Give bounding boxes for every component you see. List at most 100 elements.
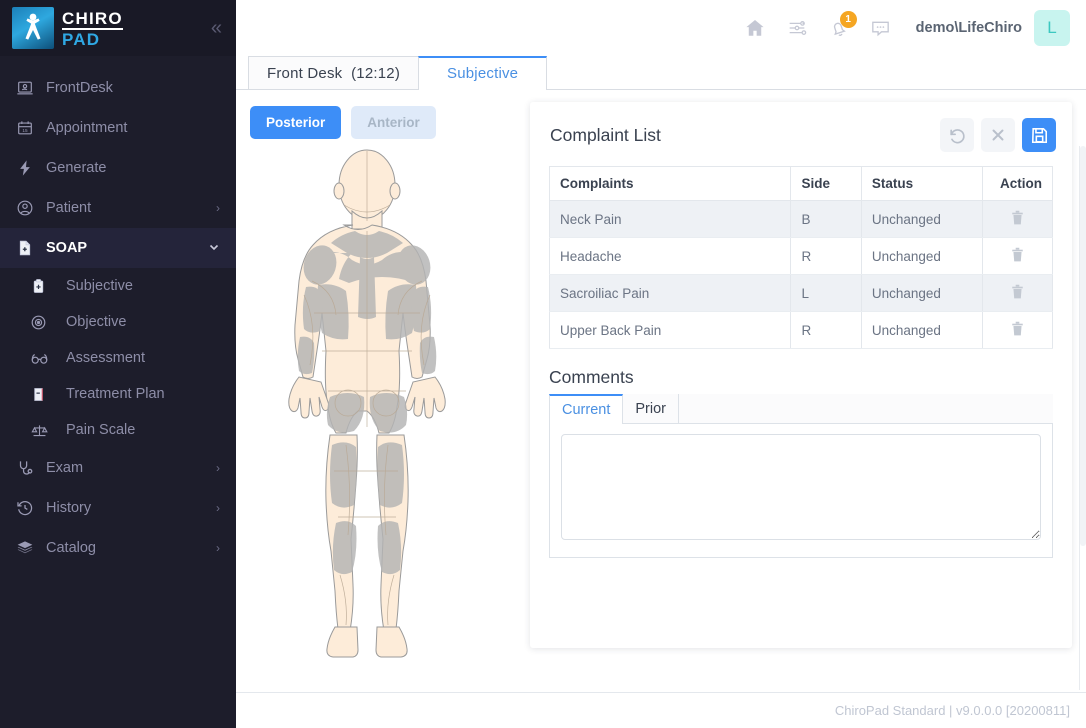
clipboard-plus-icon [30, 278, 66, 295]
tab-front-desk[interactable]: Front Desk (12:12) [248, 56, 419, 89]
cell-complaint: Upper Back Pain [550, 312, 791, 349]
user-circle-icon [16, 199, 46, 217]
table-header-row: Complaints Side Status Action [550, 167, 1053, 201]
sidebar-item-label: Patient [46, 200, 216, 216]
sidebar-item-label: SOAP [46, 240, 208, 256]
close-button[interactable] [981, 118, 1015, 152]
tab-prior[interactable]: Prior [623, 394, 679, 423]
notification-badge: 1 [840, 11, 857, 28]
cell-action [982, 275, 1052, 312]
app-root: CHIRO PAD « FrontDesk [0, 0, 1086, 728]
scrollbar-thumb[interactable] [1080, 146, 1086, 546]
avatar[interactable]: L [1034, 10, 1070, 46]
sidebar-item-subjective[interactable]: Subjective [0, 268, 236, 304]
comments-tab-strip: Current Prior [549, 394, 1053, 424]
chevron-right-icon: › [216, 461, 220, 475]
sidebar-item-catalog[interactable]: Catalog › [0, 528, 236, 568]
sidebar-item-label: Exam [46, 460, 216, 476]
history-clock-icon [16, 499, 46, 517]
view-toggle-group: Posterior Anterior [250, 106, 528, 139]
trash-icon[interactable] [1010, 214, 1025, 229]
stethoscope-icon [16, 459, 46, 477]
sidebar-item-label: Subjective [66, 278, 133, 294]
version-text: ChiroPad Standard | v9.0.0.0 [20200811] [835, 703, 1070, 718]
cell-side: L [791, 275, 861, 312]
logo-wordmark: CHIRO PAD [62, 9, 123, 48]
main-area: 1 demo\LifeChiro L Front Desk (12:12) Su… [236, 0, 1086, 728]
sidebar-item-label: Objective [66, 314, 126, 330]
sidebar-item-label: History [46, 500, 216, 516]
sidebar-item-frontdesk[interactable]: FrontDesk [0, 68, 236, 108]
chiro-figure-icon [12, 7, 54, 49]
sidebar-item-label: Assessment [66, 350, 145, 366]
sidebar-item-generate[interactable]: Generate [0, 148, 236, 188]
sidebar-item-exam[interactable]: Exam › [0, 448, 236, 488]
sidebar-item-label: Generate [46, 160, 220, 176]
cell-action [982, 312, 1052, 349]
sidebar-item-label: Catalog [46, 540, 216, 556]
content-area: Posterior Anterior [236, 90, 1086, 726]
sidebar-item-assessment[interactable]: Assessment [0, 340, 236, 376]
cell-action [982, 201, 1052, 238]
sidebar-item-treatment-plan[interactable]: Treatment Plan [0, 376, 236, 412]
trash-icon[interactable] [1010, 288, 1025, 303]
sidebar-item-label: Treatment Plan [66, 386, 165, 402]
trash-icon[interactable] [1010, 251, 1025, 266]
chevron-double-left-icon[interactable]: « [209, 14, 222, 42]
cell-action [982, 238, 1052, 275]
save-button[interactable] [1022, 118, 1056, 152]
svg-text:15: 15 [22, 128, 28, 133]
trash-icon[interactable] [1010, 325, 1025, 340]
sidebar-item-objective[interactable]: Objective [0, 304, 236, 340]
undo-button[interactable] [940, 118, 974, 152]
body-diagram-panel: Posterior Anterior [236, 90, 528, 726]
table-row[interactable]: Upper Back Pain R Unchanged [550, 312, 1053, 349]
sidebar-item-soap[interactable]: SOAP [0, 228, 236, 268]
soap-submenu: Subjective Objective [0, 268, 236, 448]
topbar: 1 demo\LifeChiro L [236, 0, 1086, 56]
scales-icon [30, 422, 66, 439]
column-header-side: Side [791, 167, 861, 201]
chevron-right-icon: › [216, 541, 220, 555]
home-icon[interactable] [734, 7, 776, 49]
column-header-complaints: Complaints [550, 167, 791, 201]
table-row[interactable]: Headache R Unchanged [550, 238, 1053, 275]
sidebar-item-patient[interactable]: Patient › [0, 188, 236, 228]
vertical-scrollbar[interactable] [1079, 146, 1086, 690]
complaint-table: Complaints Side Status Action Neck Pain … [549, 166, 1053, 349]
app-logo[interactable]: CHIRO PAD [12, 7, 123, 49]
sidebar-item-pain-scale[interactable]: Pain Scale [0, 412, 236, 448]
sidebar-item-history[interactable]: History › [0, 488, 236, 528]
sidebar-item-appointment[interactable]: 15 Appointment [0, 108, 236, 148]
tab-subjective[interactable]: Subjective [418, 56, 547, 89]
table-row[interactable]: Neck Pain B Unchanged [550, 201, 1053, 238]
cell-status: Unchanged [861, 312, 982, 349]
sidebar-item-label: Pain Scale [66, 422, 135, 438]
glasses-icon [30, 350, 66, 367]
column-header-action: Action [982, 167, 1052, 201]
user-name: demo\LifeChiro [916, 20, 1022, 36]
sidebar: CHIRO PAD « FrontDesk [0, 0, 236, 728]
comments-body [549, 424, 1053, 558]
bell-icon[interactable]: 1 [818, 7, 860, 49]
complaint-list-card: Complaint List [530, 102, 1072, 648]
chat-bubble-icon[interactable] [860, 7, 902, 49]
footer: ChiroPad Standard | v9.0.0.0 [20200811] [236, 692, 1086, 728]
chevron-right-icon: › [216, 201, 220, 215]
logo-chiro-text: CHIRO [62, 10, 123, 30]
posterior-button[interactable]: Posterior [250, 106, 341, 139]
cell-status: Unchanged [861, 275, 982, 312]
document-icon [30, 386, 66, 403]
table-row[interactable]: Sacroiliac Pain L Unchanged [550, 275, 1053, 312]
comments-input[interactable] [561, 434, 1041, 540]
cell-side: B [791, 201, 861, 238]
sidebar-item-label: Appointment [46, 120, 220, 136]
posterior-body-diagram[interactable] [252, 145, 528, 680]
tab-strip: Front Desk (12:12) Subjective [236, 56, 1086, 90]
anterior-button[interactable]: Anterior [351, 106, 436, 139]
complaint-list-header: Complaint List [530, 102, 1072, 166]
cell-complaint: Headache [550, 238, 791, 275]
sliders-icon[interactable] [776, 7, 818, 49]
cell-side: R [791, 312, 861, 349]
tab-current[interactable]: Current [549, 394, 623, 423]
